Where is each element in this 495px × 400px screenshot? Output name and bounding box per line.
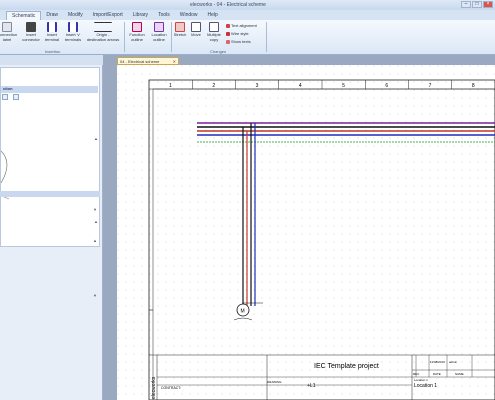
origin-destination-text: Origin - destination arrows	[86, 32, 120, 42]
show-texts-button[interactable]: Show texts	[226, 39, 251, 44]
grid-dots	[117, 65, 495, 400]
panel-header	[0, 55, 103, 65]
window-title: elecworks - 04 - Electrical scheme	[190, 2, 266, 8]
drawing-sheet[interactable]: 1 2 3 4 5 6 7 8 M IEC Template project Location…	[117, 65, 495, 400]
brand-logo: elecworks	[151, 376, 157, 399]
document-tab[interactable]: 04 - Electrical scheme ✕	[117, 57, 179, 65]
project-title: IEC Template project	[314, 363, 379, 370]
text-alignment-icon	[226, 23, 230, 28]
tab-window[interactable]: Window	[175, 11, 203, 20]
multiple-copy-text: Multiple copy	[207, 32, 221, 42]
tab-tools[interactable]: Tools	[153, 11, 175, 20]
group-separator	[124, 22, 125, 52]
tab-schematic[interactable]: Schematic	[6, 11, 42, 20]
text-alignment-text: Text alignment	[231, 23, 257, 28]
column-number: 6	[385, 83, 388, 89]
minimize-button[interactable]: –	[461, 1, 471, 8]
location-field: Location 1	[414, 383, 437, 389]
insert-connector-button[interactable]: Insert connector	[20, 22, 42, 42]
wire-style-button[interactable]: Wire style	[226, 31, 249, 36]
column-number: 3	[256, 83, 259, 89]
connection-label-text: Connection label	[0, 32, 18, 42]
insert-terminal-button[interactable]: Insert terminal	[42, 22, 62, 42]
date-label: DATE	[433, 372, 441, 376]
insertion-group-label: Insertion	[45, 49, 61, 54]
motor-label: M	[241, 309, 245, 315]
column-number: 2	[212, 83, 215, 89]
stretch-text: Stretch	[173, 32, 187, 37]
show-texts-icon	[226, 39, 230, 44]
column-number: 5	[342, 83, 345, 89]
function-outline-icon	[132, 22, 142, 32]
column-number: 7	[429, 83, 432, 89]
tab-help[interactable]: Help	[203, 11, 223, 20]
tab-draw[interactable]: Draw	[41, 11, 63, 20]
column-number: 1	[169, 83, 172, 89]
changes-group-label: Changes	[210, 49, 227, 54]
expand-icon[interactable]: ▼	[93, 207, 97, 212]
show-texts-text: Show texts	[231, 39, 251, 44]
location-outline-text: Location outline	[151, 32, 167, 42]
column-number: 4	[299, 83, 302, 89]
column-number: 8	[472, 83, 475, 89]
expand-icon[interactable]: ▲	[93, 238, 97, 243]
close-tab-icon[interactable]: ✕	[173, 59, 176, 64]
ribbon-tabs: Schematic Draw Modify Import/Export Libr…	[0, 10, 495, 20]
terminal-icon	[47, 22, 57, 32]
revision-date: 11/08/2010	[430, 360, 445, 364]
wire-style-icon	[226, 31, 230, 36]
title-block-note: Location 1	[414, 378, 428, 382]
arrows-icon	[94, 22, 112, 32]
function-outline-text: Function outline	[129, 32, 145, 42]
stretch-button[interactable]: Stretch	[172, 22, 188, 38]
maximize-button[interactable]: □	[472, 1, 482, 8]
panel-preview	[1, 150, 10, 200]
window-controls: – □ ×	[461, 1, 493, 8]
function-field: +L1	[307, 383, 316, 389]
ribbon: Connection label Insert connector Insert…	[0, 20, 495, 55]
connection-label-button[interactable]: Connection label	[0, 22, 18, 42]
contract-label: CONTRACT:	[161, 386, 181, 390]
insert-connector-text: Insert connector	[22, 32, 40, 42]
name-label: NAME	[455, 372, 464, 376]
connector-icon	[26, 22, 36, 32]
revision-author: admin	[449, 360, 458, 364]
title-bar: elecworks - 04 - Electrical scheme – □ ×	[0, 0, 495, 10]
multiple-copy-icon	[209, 22, 219, 32]
expand-icon[interactable]: ▼	[93, 293, 97, 298]
move-icon	[191, 22, 201, 32]
multiple-copy-button[interactable]: Multiple copy	[204, 22, 224, 42]
insert-terminal-text: Insert terminal	[44, 32, 60, 42]
panel-content: ction ▲ ▲	[0, 67, 100, 247]
insert-v-terminals-text: Insert 'v' terminals	[64, 32, 82, 42]
schematic-canvas[interactable]: 1 2 3 4 5 6 7 8 M IEC Template project Location…	[117, 65, 495, 400]
function-outline-button[interactable]: Function outline	[126, 22, 148, 42]
move-text: Move	[191, 32, 201, 37]
text-alignment-button[interactable]: Text alignment	[226, 23, 257, 28]
location-outline-icon	[154, 22, 164, 32]
location-outline-button[interactable]: Location outline	[148, 22, 170, 42]
drawing-label: DRAWING:	[267, 380, 282, 384]
wire-style-text: Wire style	[231, 31, 249, 36]
close-button[interactable]: ×	[483, 1, 493, 8]
v-terminals-icon	[68, 22, 78, 32]
tab-library[interactable]: Library	[128, 11, 153, 20]
stretch-icon	[175, 22, 185, 32]
connection-label-icon	[2, 22, 12, 32]
move-button[interactable]: Move	[188, 22, 204, 38]
origin-destination-button[interactable]: Origin - destination arrows	[84, 22, 122, 42]
group-separator	[266, 22, 267, 52]
tab-modify[interactable]: Modify	[63, 11, 88, 20]
left-panel: ction ▲ ▲ ▼ ▲ ▼	[0, 55, 103, 400]
document-tab-label: 04 - Electrical scheme	[120, 59, 160, 64]
rev-label: REV.	[413, 372, 420, 376]
tab-import-export[interactable]: Import/Export	[88, 11, 128, 20]
panel-band	[0, 191, 100, 197]
document-area: 04 - Electrical scheme ✕ 1 2 3 4 5 6 7 8 M IEC …	[103, 55, 495, 400]
insert-v-terminals-button[interactable]: Insert 'v' terminals	[62, 22, 84, 42]
